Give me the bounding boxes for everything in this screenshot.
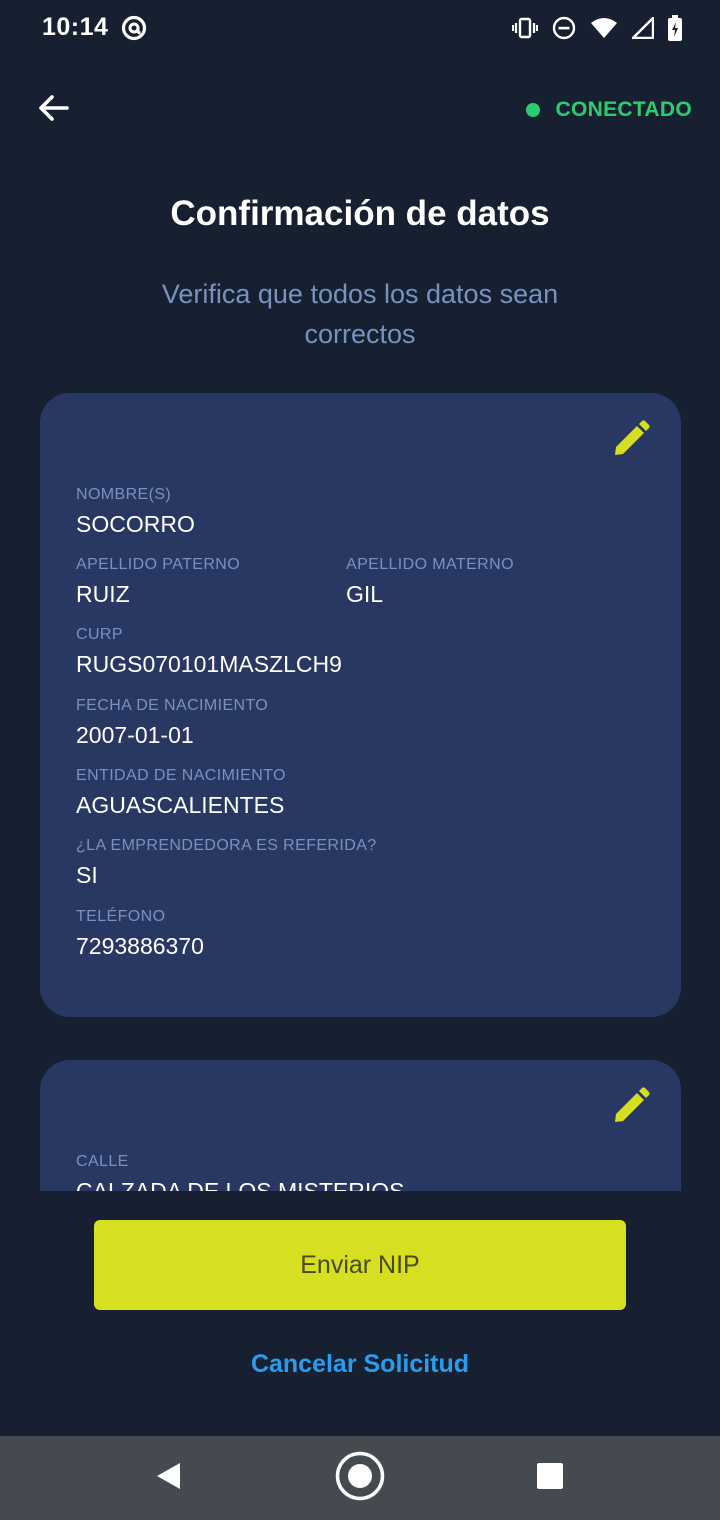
field-label: FECHA DE NACIMIENTO (76, 697, 269, 714)
signal-icon (632, 17, 654, 39)
status-dot-icon (525, 103, 540, 117)
nav-recents-button[interactable] (524, 1452, 576, 1504)
square-recents-icon (536, 1462, 564, 1495)
field-value: SOCORRO (76, 511, 195, 537)
field-value: SI (76, 862, 98, 888)
field-label: CALLE (76, 1153, 129, 1170)
arrow-left-icon (37, 94, 69, 127)
at-sign-icon (120, 14, 148, 42)
edit-personal-button[interactable] (611, 419, 651, 459)
connection-status: CONECTADO (525, 96, 692, 124)
field-nombre: NOMBRE(S) SOCORRO (76, 485, 195, 537)
field-label: ¿LA EMPRENDEDORA ES REFERIDA? (76, 837, 377, 854)
field-label: APELLIDO PATERNO (76, 556, 241, 573)
page-subtitle: Verifica que todos los datos sean correc… (161, 279, 559, 349)
field-telefono: TELÉFONO 7293886370 (76, 907, 204, 959)
data-scroll-area[interactable]: NOMBRE(S) SOCORRO APELLIDO PATERNO RUIZ … (0, 393, 720, 1191)
field-curp: CURP RUGS070101MASZLCH9 (76, 625, 342, 677)
field-label: ENTIDAD DE NACIMIENTO (76, 767, 286, 784)
wifi-icon (590, 17, 618, 39)
circle-home-icon (334, 1450, 386, 1507)
triangle-back-icon (154, 1461, 182, 1496)
field-referida: ¿LA EMPRENDEDORA ES REFERIDA? SI (76, 836, 377, 888)
connection-status-label: CONECTADO (555, 98, 692, 121)
field-apellido-materno: APELLIDO MATERNO GIL (346, 555, 514, 607)
field-value: GIL (346, 581, 384, 607)
status-icons (512, 14, 682, 42)
do-not-disturb-icon (552, 16, 576, 40)
send-nip-button[interactable]: Enviar NIP (94, 1220, 626, 1310)
navigation-bar (0, 1436, 720, 1520)
nav-home-button[interactable] (334, 1450, 386, 1507)
edit-address-button[interactable] (611, 1086, 651, 1126)
pencil-icon (611, 1087, 651, 1130)
field-apellido-paterno: APELLIDO PATERNO RUIZ (76, 555, 240, 607)
field-value: 2007-01-01 (76, 722, 194, 748)
field-value: RUIZ (76, 581, 130, 607)
field-fecha-nacimiento: FECHA DE NACIMIENTO 2007-01-01 (76, 696, 268, 748)
field-calle: CALLE CALZADA DE LOS MISTERIOS (76, 1152, 404, 1191)
field-label: NOMBRE(S) (76, 486, 172, 503)
cancel-request-link[interactable]: Cancelar Solicitud (0, 1350, 720, 1379)
pencil-icon (611, 420, 651, 463)
back-button[interactable] (30, 88, 76, 132)
status-bar: 10:14 (0, 0, 720, 56)
personal-data-card: NOMBRE(S) SOCORRO APELLIDO PATERNO RUIZ … (40, 393, 681, 1017)
field-label: TELÉFONO (76, 908, 166, 925)
battery-charging-icon (668, 15, 682, 41)
vibrate-icon (512, 17, 538, 39)
field-value: AGUASCALIENTES (76, 792, 285, 818)
field-value: 7293886370 (76, 933, 204, 959)
field-label: APELLIDO MATERNO (346, 556, 514, 573)
status-time: 10:14 (42, 13, 109, 41)
nav-back-button[interactable] (142, 1452, 194, 1504)
page-title: Confirmación de datos (170, 194, 550, 233)
address-data-card: CALLE CALZADA DE LOS MISTERIOS (40, 1060, 681, 1191)
field-value: CALZADA DE LOS MISTERIOS (76, 1178, 405, 1191)
field-value: RUGS070101MASZLCH9 (76, 651, 342, 677)
field-label: CURP (76, 626, 123, 643)
field-entidad-nacimiento: ENTIDAD DE NACIMIENTO AGUASCALIENTES (76, 766, 286, 818)
